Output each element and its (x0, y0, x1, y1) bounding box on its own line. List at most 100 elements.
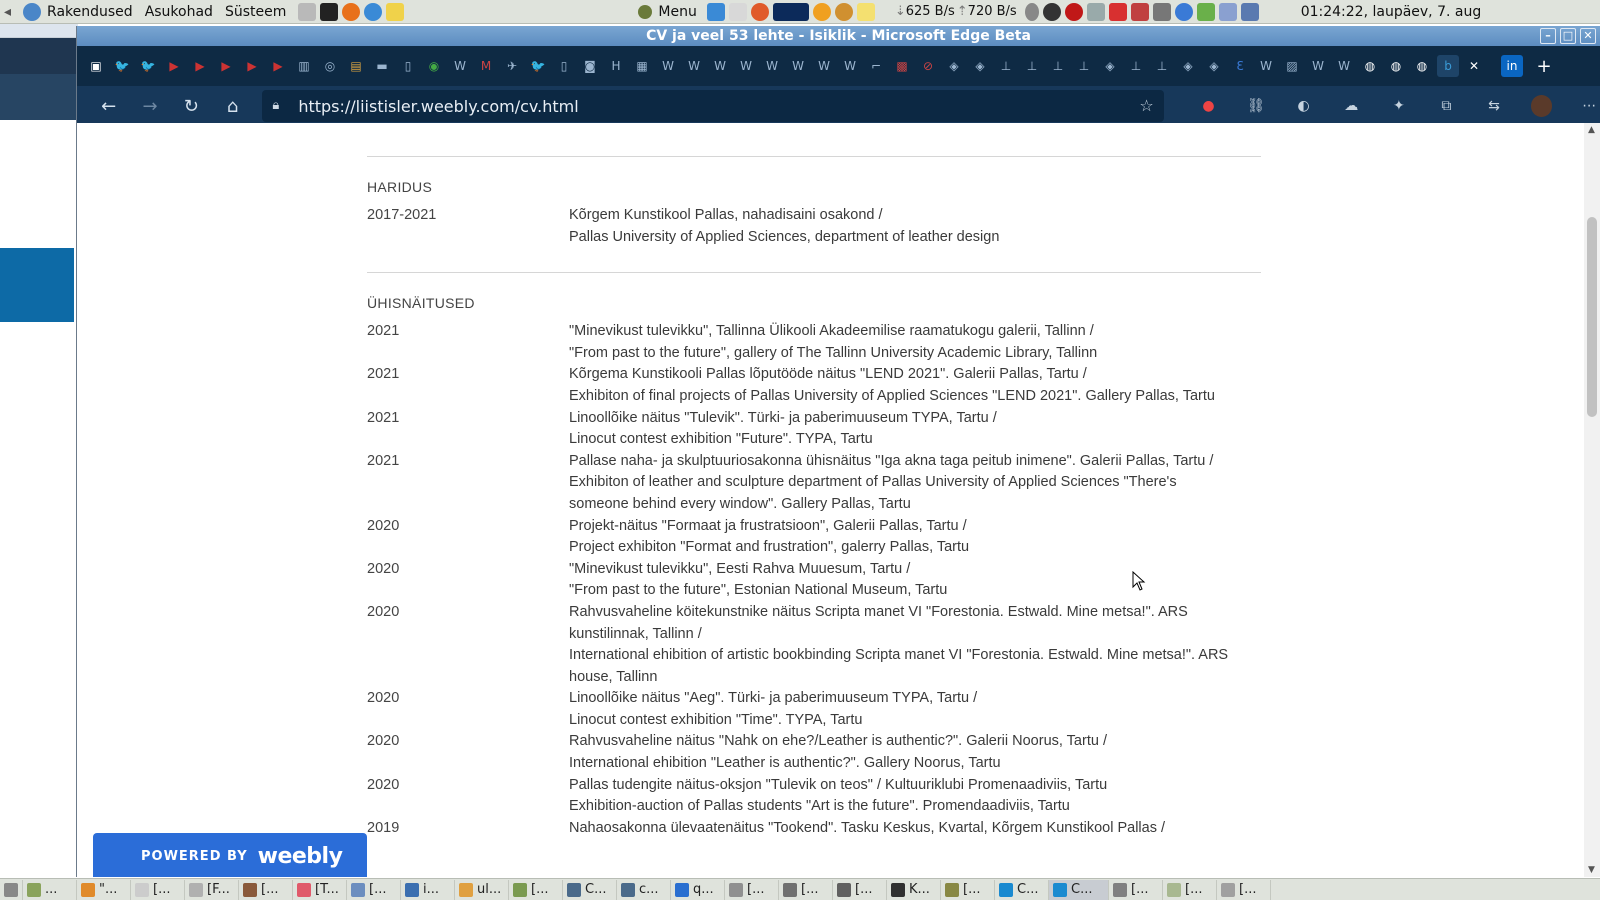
scroll-thumb[interactable] (1587, 217, 1597, 417)
cloud-extension-icon[interactable]: ☁ (1340, 95, 1362, 117)
tab-generic-10[interactable]: ⊘ (917, 55, 939, 77)
tab-generic-2[interactable]: ◎ (319, 55, 341, 77)
tab-generic-22[interactable]: Ɛ (1229, 55, 1251, 77)
taskbar-button[interactable]: [... (1163, 879, 1217, 900)
taskbar-button[interactable]: [... (1109, 879, 1163, 900)
system-monitor-icon[interactable] (772, 2, 809, 21)
menu-places[interactable]: Asukohad (145, 0, 213, 24)
address-bar[interactable]: 🔒︎ https://liistisler.weebly.com/cv.html… (262, 90, 1164, 122)
menu-applications[interactable]: Rakendused (47, 0, 133, 24)
grid-icon[interactable] (1130, 2, 1149, 21)
maximize-button[interactable]: □ (1560, 28, 1576, 44)
panel-left-arrow-icon[interactable]: ◂ (0, 0, 11, 24)
qbittorrent-icon[interactable] (1174, 2, 1193, 21)
info-icon[interactable] (1042, 2, 1061, 21)
tab-wikipedia-2[interactable]: W (657, 55, 679, 77)
firefox-launcher-icon[interactable] (342, 2, 361, 21)
notes-icon[interactable] (856, 2, 875, 21)
tab-linkedin[interactable]: in (1501, 55, 1523, 77)
taskbar-button[interactable]: [... (131, 879, 185, 900)
tab-generic-11[interactable]: ◈ (943, 55, 965, 77)
forward-icon[interactable]: → (132, 90, 167, 122)
taskbar-button[interactable]: [T... (293, 879, 347, 900)
taskbar-button[interactable]: C... (995, 879, 1049, 900)
at-icon[interactable] (750, 2, 769, 21)
taskbar-button[interactable]: [... (779, 879, 833, 900)
taskbar-button[interactable]: K... (887, 879, 941, 900)
cube-icon[interactable] (1108, 2, 1127, 21)
background-window-nav[interactable] (0, 74, 78, 120)
tab-generic-18[interactable]: ⊥ (1125, 55, 1147, 77)
sun-icon[interactable] (812, 2, 831, 21)
clock[interactable]: 01:24:22, laupäev, 7. aug (1301, 0, 1482, 24)
tab-generic-19[interactable]: ⊥ (1151, 55, 1173, 77)
taskbar-button[interactable]: "... (77, 879, 131, 900)
signal-icon[interactable] (1218, 2, 1237, 21)
editor-launcher-icon[interactable] (386, 2, 405, 21)
tab-wikipedia-1[interactable]: W (449, 55, 471, 77)
tab-generic-12[interactable]: ◈ (969, 55, 991, 77)
volume-icon[interactable] (1024, 2, 1039, 21)
lock-icon[interactable]: 🔒︎ (272, 98, 286, 114)
tab-generic-15[interactable]: ⊥ (1047, 55, 1069, 77)
tab-generic-20[interactable]: ◈ (1177, 55, 1199, 77)
tab-youtube-3[interactable]: ▶ (215, 55, 237, 77)
minimize-button[interactable]: – (1540, 28, 1556, 44)
tab-generic-9[interactable]: ▩ (891, 55, 913, 77)
tab-wikipedia-5[interactable]: W (735, 55, 757, 77)
taskbar-button[interactable]: [... (833, 879, 887, 900)
scroll-up-icon[interactable]: ▲ (1588, 125, 1595, 135)
profile-avatar[interactable] (1530, 95, 1553, 117)
taskbar-button[interactable]: [... (239, 879, 293, 900)
tab-generic-6[interactable]: ✈ (501, 55, 523, 77)
tab-h[interactable]: H (605, 55, 627, 77)
tab-page-2[interactable]: ▯ (553, 55, 575, 77)
taskbar-button[interactable]: c... (617, 879, 671, 900)
tab-wikipedia-11[interactable]: W (1307, 55, 1329, 77)
taskbar-button[interactable]: C... (1049, 879, 1109, 900)
link-extension-icon[interactable]: ⛓ (1245, 95, 1267, 117)
tray-status-icons[interactable] (1023, 0, 1261, 24)
taskbar-button[interactable]: i... (401, 879, 455, 900)
page-scrollbar[interactable]: ▲ ▼ (1584, 123, 1600, 877)
tab-twitter-3[interactable]: 🐦 (527, 55, 549, 77)
bluetooth-icon[interactable] (1086, 2, 1105, 21)
tab-youtube-4[interactable]: ▶ (241, 55, 263, 77)
tab-wikipedia-4[interactable]: W (709, 55, 731, 77)
files-launcher-icon[interactable] (298, 2, 317, 21)
battery-icon[interactable] (1196, 2, 1215, 21)
tab-generic-23[interactable]: ▨ (1281, 55, 1303, 77)
tab-generic-26[interactable]: ◍ (1411, 55, 1433, 77)
app-icon[interactable] (728, 2, 747, 21)
tab-youtube-2[interactable]: ▶ (189, 55, 211, 77)
back-icon[interactable]: ← (91, 90, 126, 122)
tab-page-1[interactable]: ▯ (397, 55, 419, 77)
tab-wikipedia-3[interactable]: W (683, 55, 705, 77)
magnifier-icon[interactable] (834, 2, 853, 21)
taskbar-button[interactable]: C... (563, 879, 617, 900)
tab-generic-7[interactable]: ◙ (579, 55, 601, 77)
tab-active-bing[interactable]: b (1437, 55, 1459, 77)
taskbar-button[interactable]: [... (1217, 879, 1271, 900)
tab-generic-16[interactable]: ⊥ (1073, 55, 1095, 77)
tab-generic-17[interactable]: ◈ (1099, 55, 1121, 77)
tab-generic-13[interactable]: ⊥ (995, 55, 1017, 77)
window-icon[interactable] (1152, 2, 1171, 21)
menu-button[interactable]: Menu (636, 0, 697, 24)
tab-wikipedia-9[interactable]: W (839, 55, 861, 77)
tab-gp[interactable]: ▦ (631, 55, 653, 77)
background-window-tabs[interactable] (0, 38, 78, 74)
tray-apps[interactable] (705, 0, 877, 24)
tab-generic-4[interactable]: ▬ (371, 55, 393, 77)
background-window-titlebar[interactable] (0, 24, 78, 38)
refresh-icon[interactable]: ↻ (174, 90, 209, 122)
tab-twitter-2[interactable]: 🐦 (137, 55, 159, 77)
collections-icon[interactable]: ⧉ (1436, 95, 1458, 117)
taskbar-button[interactable]: [... (509, 879, 563, 900)
more-menu-icon[interactable]: ⋯ (1578, 95, 1600, 117)
tab-youtube-1[interactable]: ▶ (163, 55, 185, 77)
tab-wikipedia-10[interactable]: W (1255, 55, 1277, 77)
distro-logo-icon[interactable] (21, 0, 43, 24)
terminal-launcher-icon[interactable] (320, 2, 339, 21)
taskbar-button[interactable]: [... (725, 879, 779, 900)
